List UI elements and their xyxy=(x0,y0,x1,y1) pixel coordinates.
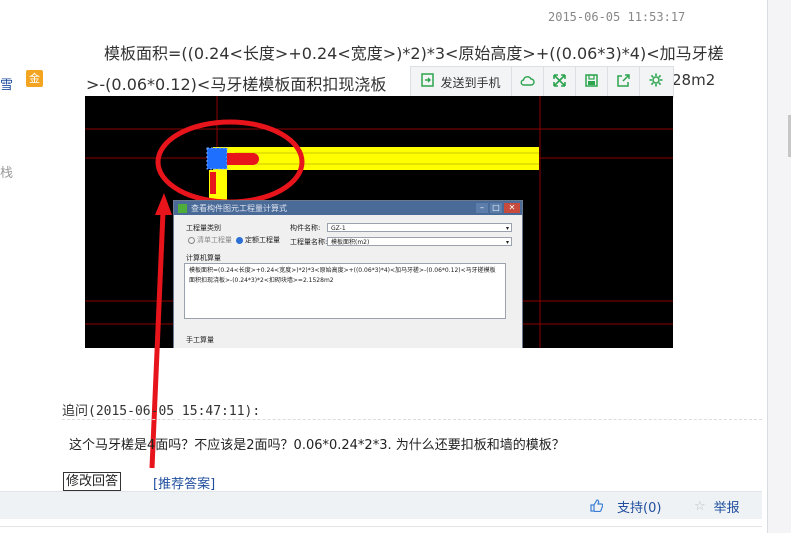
settings-button[interactable] xyxy=(640,67,671,97)
dialog-titlebar: 查看构件图元工程量计算式 – □ ✕ xyxy=(174,201,522,215)
computer-calc-label: 计算机算量 xyxy=(186,254,221,262)
right-edge-strip xyxy=(767,0,791,533)
divider xyxy=(62,419,762,420)
manual-calc-label: 手工算量 xyxy=(186,336,214,344)
cloud-save-button[interactable] xyxy=(512,67,544,97)
component-name-select[interactable]: GZ-1 xyxy=(327,223,512,233)
sidebar-user-name[interactable]: 雪 xyxy=(0,74,13,93)
dialog-title: 查看构件图元工程量计算式 xyxy=(191,203,287,213)
answer-formula-line-1: 模板面积=((0.24<长度>+0.24<宽度>)*2)*3<原始高度>+((0… xyxy=(104,44,724,63)
qty-category-label: 工程量类别 xyxy=(186,224,221,232)
radio-on-icon xyxy=(236,236,243,244)
computer-calc-textarea[interactable]: 模板面积=(0.24<长度>+0.24<宽度>)*2)*3<原始高度>+((0.… xyxy=(184,263,506,319)
qty-name-label: 工程量名称: xyxy=(290,238,328,246)
quantity-formula-dialog: 查看构件图元工程量计算式 – □ ✕ 工程量类别 清单工程量 定额工程量 构件名… xyxy=(173,200,523,348)
minimize-button[interactable]: – xyxy=(476,203,488,213)
report-button[interactable]: ☆ 举报 xyxy=(694,497,740,516)
cad-screenshot: 查看构件图元工程量计算式 – □ ✕ 工程量类别 清单工程量 定额工程量 构件名… xyxy=(85,96,673,348)
save-icon xyxy=(585,73,598,91)
share-icon xyxy=(617,73,630,91)
radio-quota-qty[interactable]: 定额工程量 xyxy=(236,235,280,245)
send-to-phone-label: 发送到手机 xyxy=(440,75,501,90)
answer-formula-tail: 28m2 xyxy=(672,71,716,89)
gold-badge: 金 xyxy=(26,70,43,87)
app-icon xyxy=(178,203,187,213)
maximize-button[interactable]: □ xyxy=(490,203,502,213)
image-share-toolbar: 发送到手机 xyxy=(410,66,674,98)
answer-timestamp: 2015-06-05 11:53:17 xyxy=(548,10,686,24)
followup-question: 这个马牙槎是4面吗？不应该是2面吗？0.06*0.24*2*3. 为什么还要扣板… xyxy=(69,438,565,453)
cloud-icon xyxy=(520,74,535,90)
close-button[interactable]: ✕ xyxy=(504,203,520,213)
sidebar-text-fragment: 栈 xyxy=(0,166,14,181)
fullscreen-button[interactable] xyxy=(544,67,576,97)
share-button[interactable] xyxy=(608,67,640,97)
recommend-answer-link[interactable]: [推荐答案] xyxy=(153,473,215,492)
report-icon: ☆ xyxy=(694,499,706,514)
answer-formula-line-2: >-(0.06*0.12)<马牙槎模板面积扣现浇板 xyxy=(86,75,387,94)
followup-label: 追问(2015-06-05 15:47:11): xyxy=(62,404,261,419)
component-name-label: 构件名称: xyxy=(290,224,321,232)
settings-icon xyxy=(649,73,663,91)
save-image-button[interactable] xyxy=(576,67,608,97)
support-label: 支持(0) xyxy=(617,501,662,516)
support-button[interactable]: 支持(0) xyxy=(590,497,661,516)
fullscreen-icon xyxy=(553,73,566,91)
modify-answer-button[interactable]: 修改回答 xyxy=(63,472,122,491)
divider xyxy=(0,526,762,527)
thumbs-up-icon xyxy=(590,498,604,515)
radio-bill-qty[interactable]: 清单工程量 xyxy=(188,235,232,245)
report-label: 举报 xyxy=(713,501,740,516)
radio-off-icon xyxy=(188,236,195,244)
qty-name-select[interactable]: 模板面积(m2) xyxy=(327,237,512,247)
send-to-phone-button[interactable]: 发送到手机 xyxy=(411,67,512,97)
phone-send-icon xyxy=(421,73,435,91)
